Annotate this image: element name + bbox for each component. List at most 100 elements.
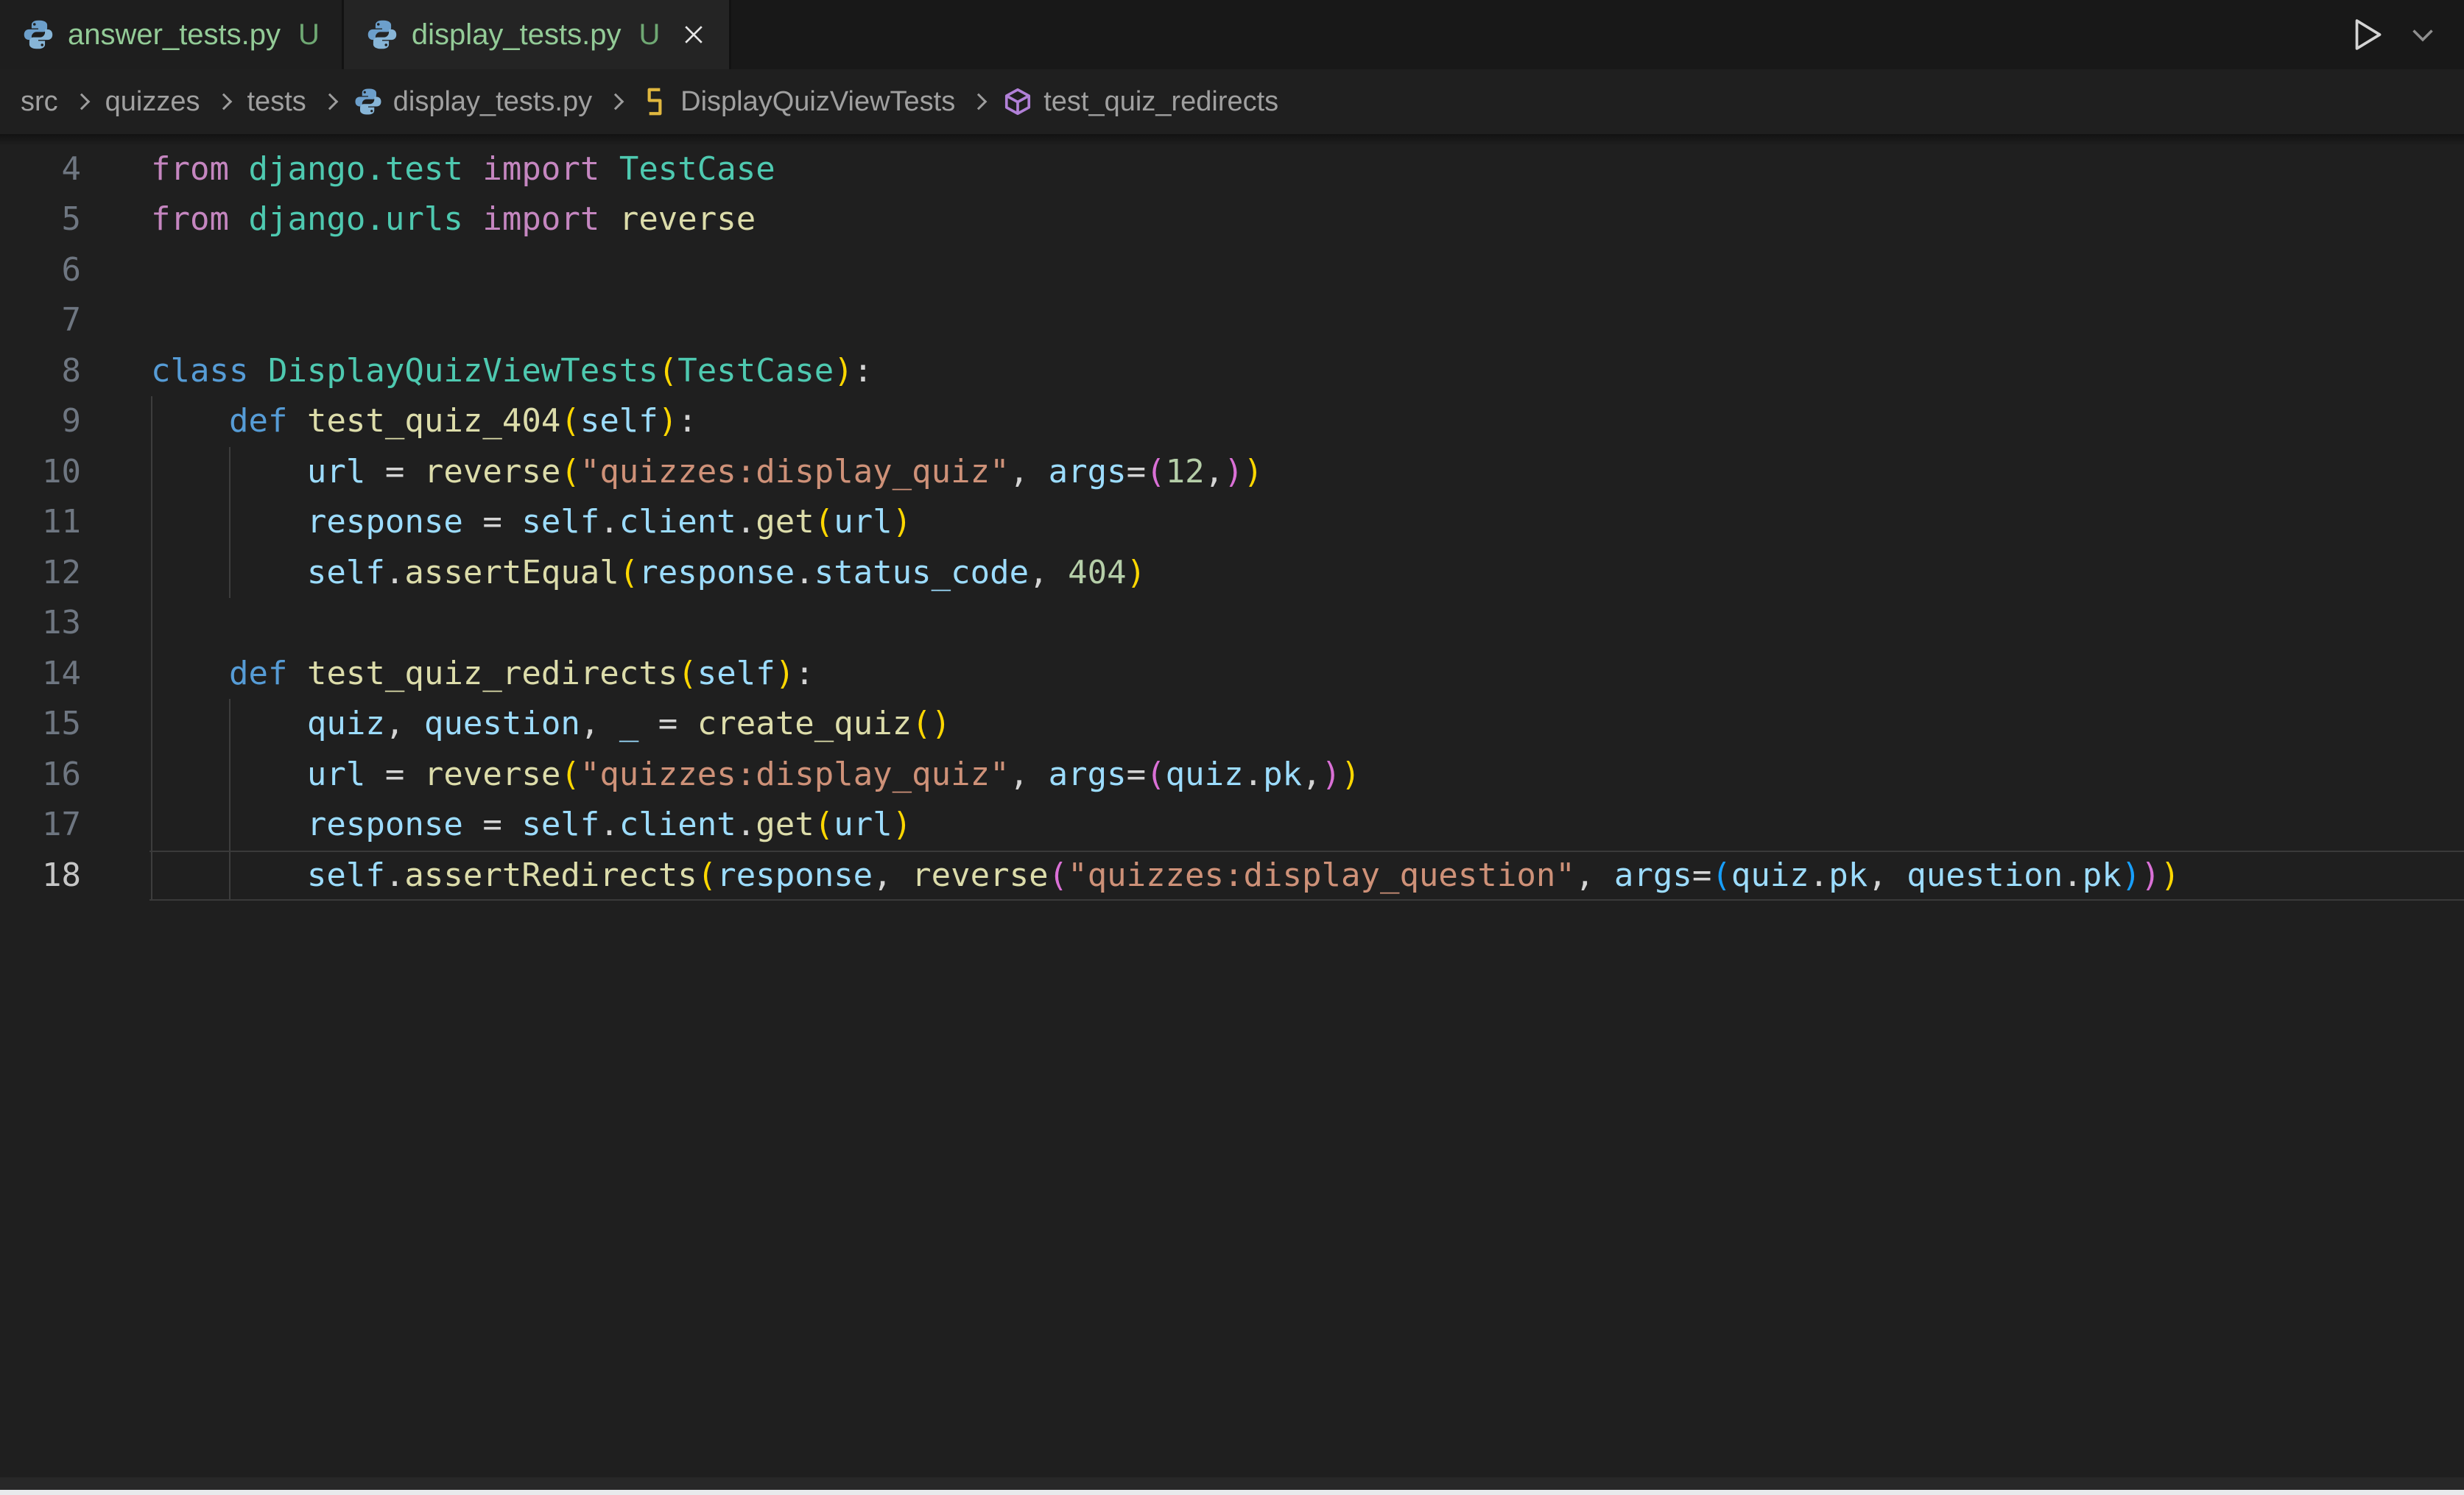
code-token: . bbox=[1244, 756, 1264, 793]
line-number[interactable]: 6 bbox=[0, 245, 81, 296]
code-token: pk bbox=[1828, 856, 1868, 894]
line-number[interactable]: 13 bbox=[0, 598, 81, 649]
code-line[interactable]: 5from django.urls import reverse bbox=[0, 194, 2464, 245]
code-line[interactable]: 8 class DisplayQuizViewTests(TestCase): bbox=[0, 346, 2464, 397]
code-token: assertEqual bbox=[404, 554, 619, 591]
close-icon[interactable] bbox=[680, 21, 707, 48]
breadcrumb-item-file[interactable]: display_tests.py bbox=[353, 86, 592, 118]
line-number[interactable]: 8 bbox=[0, 346, 81, 397]
code-token: client bbox=[619, 806, 736, 843]
tab-answer-tests[interactable]: answer_tests.py U bbox=[0, 0, 344, 69]
code-token bbox=[151, 453, 307, 490]
code-line[interactable]: 4 from django.test import TestCase bbox=[0, 144, 2464, 195]
code-text: from django.test import TestCase bbox=[151, 144, 775, 195]
code-token: self bbox=[307, 856, 385, 894]
code-token bbox=[229, 200, 249, 238]
code-token: get bbox=[756, 503, 814, 541]
chevron-right-icon bbox=[215, 94, 232, 110]
code-line[interactable]: 18 self.assertRedirects(response, revers… bbox=[0, 851, 2464, 901]
code-token: , bbox=[385, 705, 405, 742]
code-text: self.assertRedirects(response, reverse("… bbox=[151, 851, 2180, 901]
code-line[interactable]: 14 def test_quiz_redirects(self): bbox=[0, 649, 2464, 700]
code-token: ) bbox=[1341, 756, 1361, 793]
code-token: = bbox=[365, 453, 423, 490]
line-number[interactable]: 11 bbox=[0, 497, 81, 548]
line-number[interactable]: 4 bbox=[0, 144, 81, 195]
breadcrumb-item-method[interactable]: test_quiz_redirects bbox=[1002, 86, 1278, 118]
breadcrumb: src quizzes tests display_tests.py Displ… bbox=[0, 69, 2464, 134]
line-number[interactable]: 7 bbox=[0, 295, 81, 346]
code-line[interactable]: 6 bbox=[0, 245, 2464, 296]
line-number[interactable]: 12 bbox=[0, 548, 81, 599]
line-number[interactable]: 15 bbox=[0, 699, 81, 750]
line-number[interactable]: 14 bbox=[0, 649, 81, 700]
code-token: ) bbox=[2141, 856, 2161, 894]
chevron-down-icon bbox=[2408, 20, 2437, 49]
code-token: : bbox=[677, 402, 697, 440]
code-token: self bbox=[521, 503, 599, 541]
line-number[interactable]: 10 bbox=[0, 447, 81, 498]
code-token bbox=[229, 150, 249, 188]
breadcrumb-item-quizzes[interactable]: quizzes bbox=[105, 86, 200, 118]
code-token bbox=[1029, 756, 1049, 793]
code-token: , bbox=[1575, 856, 1595, 894]
line-number[interactable]: 18 bbox=[0, 851, 81, 901]
line-number[interactable]: 9 bbox=[0, 396, 81, 447]
code-line[interactable]: 10 url = reverse("quizzes:display_quiz",… bbox=[0, 447, 2464, 498]
code-token: . bbox=[385, 554, 405, 591]
code-token: self bbox=[580, 402, 658, 440]
code-text: def test_quiz_redirects(self): bbox=[151, 649, 814, 700]
untracked-badge: U bbox=[298, 18, 320, 52]
line-number[interactable]: 16 bbox=[0, 750, 81, 801]
code-token: = bbox=[1127, 756, 1147, 793]
code-token: ( bbox=[658, 352, 678, 390]
code-token: ) bbox=[775, 655, 795, 692]
code-token: from bbox=[151, 200, 229, 238]
code-token: = bbox=[1127, 453, 1147, 490]
code-line[interactable]: 12 self.assertEqual(response.status_code… bbox=[0, 548, 2464, 599]
breadcrumb-label: tests bbox=[247, 86, 306, 118]
code-token bbox=[248, 352, 268, 390]
code-line[interactable]: 7 bbox=[0, 295, 2464, 346]
symbol-method-icon bbox=[1002, 86, 1033, 117]
chevron-right-icon bbox=[971, 94, 988, 110]
code-token: ) bbox=[893, 806, 912, 843]
editor[interactable]: 34from django.test import TestCase5from … bbox=[0, 0, 2464, 1495]
run-dropdown-button[interactable] bbox=[2408, 20, 2437, 49]
code-text: class DisplayQuizViewTests(TestCase): bbox=[151, 346, 873, 397]
code-token: , bbox=[1302, 756, 1322, 793]
tab-label: display_tests.py bbox=[412, 18, 622, 52]
breadcrumb-label: src bbox=[21, 86, 58, 118]
breadcrumb-item-src[interactable]: src bbox=[21, 86, 58, 118]
code-line[interactable]: 11 response = self.client.get(url) bbox=[0, 497, 2464, 548]
code-token: reverse bbox=[619, 200, 756, 238]
code-line[interactable]: 15 quiz, question, _ = create_quiz() bbox=[0, 699, 2464, 750]
line-number[interactable]: 5 bbox=[0, 194, 81, 245]
code-line[interactable]: 13 bbox=[0, 598, 2464, 649]
code-line[interactable]: 16 url = reverse("quizzes:display_quiz",… bbox=[0, 750, 2464, 801]
code-text: self.assertEqual(response.status_code, 4… bbox=[151, 548, 1146, 599]
window-bottom-strip bbox=[0, 1477, 2464, 1490]
code-token: ( bbox=[814, 806, 834, 843]
code-token: ( bbox=[1049, 856, 1069, 894]
code-text: url = reverse("quizzes:display_quiz", ar… bbox=[151, 750, 1361, 801]
code-token: args bbox=[1049, 453, 1127, 490]
breadcrumb-item-tests[interactable]: tests bbox=[247, 86, 306, 118]
code-line[interactable]: 17 response = self.client.get(url) bbox=[0, 800, 2464, 851]
code-token: = bbox=[1692, 856, 1712, 894]
code-token: get bbox=[756, 806, 814, 843]
code-token: "quizzes:display_quiz" bbox=[580, 756, 1010, 793]
line-number[interactable]: 17 bbox=[0, 800, 81, 851]
code-token: django.test bbox=[248, 150, 462, 188]
breadcrumb-label: quizzes bbox=[105, 86, 200, 118]
tab-display-tests[interactable]: display_tests.py U bbox=[344, 0, 731, 69]
code-token bbox=[287, 402, 307, 440]
code-token: args bbox=[1614, 856, 1692, 894]
code-token: . bbox=[599, 806, 619, 843]
run-button[interactable] bbox=[2346, 15, 2386, 54]
breadcrumb-item-class[interactable]: DisplayQuizViewTests bbox=[639, 86, 955, 118]
code-token: = bbox=[463, 806, 521, 843]
code-token: , bbox=[873, 856, 893, 894]
code-line[interactable]: 9 def test_quiz_404(self): bbox=[0, 396, 2464, 447]
code-token bbox=[1029, 453, 1049, 490]
